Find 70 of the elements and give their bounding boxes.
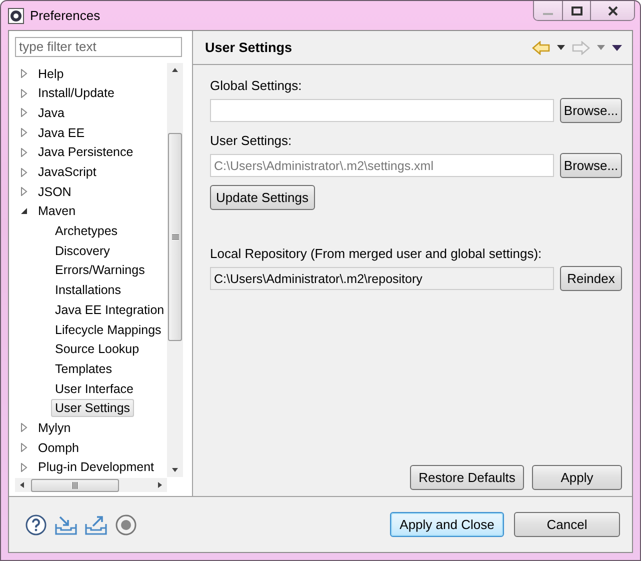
close-button[interactable] (590, 1, 634, 20)
grip-icon (172, 234, 178, 240)
close-icon (606, 6, 618, 16)
field-label: Global Settings: (210, 78, 302, 93)
apply-button[interactable]: Apply (532, 465, 622, 490)
browse-button[interactable]: Browse... (560, 153, 622, 178)
collapsed-arrow-icon[interactable] (20, 69, 28, 78)
tree-item[interactable]: Templates (51, 360, 116, 378)
maximize-button[interactable] (562, 1, 590, 20)
tree-item[interactable]: Discovery (51, 242, 114, 260)
expanded-arrow-icon[interactable] (20, 206, 28, 216)
collapsed-arrow-icon[interactable] (20, 148, 28, 157)
tree-item[interactable]: Archetypes (51, 222, 122, 240)
collapsed-arrow-icon[interactable] (20, 423, 28, 432)
reindex-button[interactable]: Reindex (560, 266, 622, 291)
tree-item[interactable]: Lifecycle Mappings (51, 320, 166, 339)
back-arrow-icon[interactable] (532, 40, 550, 54)
cancel-button[interactable]: Cancel (514, 512, 620, 537)
tree-item[interactable]: Installations (51, 281, 126, 300)
collapsed-arrow-icon[interactable] (20, 462, 28, 472)
collapsed-arrow-icon[interactable] (20, 187, 28, 196)
tree-item[interactable]: Help (34, 64, 68, 83)
scroll-left-icon[interactable] (19, 481, 25, 490)
field-label: User Settings: (210, 133, 292, 148)
window-title: Preferences (30, 8, 100, 23)
tree-item[interactable]: Source Lookup (51, 340, 144, 358)
tree-item[interactable]: Maven (34, 202, 80, 220)
tree-item[interactable]: Errors/Warnings (51, 261, 149, 280)
tree-item[interactable]: Install/Update (34, 84, 118, 102)
tree-item[interactable]: Java Persistence (34, 143, 138, 162)
collapsed-arrow-icon[interactable] (20, 443, 28, 452)
filter-field[interactable]: type filter text (15, 37, 182, 57)
user-settings-field[interactable]: C:\Users\Administrator\.m2\settings.xml (210, 154, 554, 177)
vertical-scrollbar[interactable] (167, 62, 183, 478)
minimize-icon (543, 13, 553, 15)
scroll-right-icon[interactable] (157, 481, 163, 490)
tree-item[interactable]: Mylyn (34, 418, 75, 437)
view-menu-icon[interactable] (612, 44, 622, 50)
apply-and-close-button[interactable]: Apply and Close (390, 512, 504, 537)
tree-item[interactable]: User Settings (51, 399, 134, 418)
collapsed-arrow-icon[interactable] (20, 128, 28, 138)
tree-item[interactable]: Plug-in Development (34, 458, 158, 476)
scroll-up-icon[interactable] (171, 66, 179, 73)
tree-item[interactable]: Java (34, 104, 68, 122)
collapsed-arrow-icon[interactable] (20, 88, 28, 98)
grip-icon (72, 482, 78, 489)
tree-item[interactable]: User Interface (51, 380, 138, 398)
local-repository-field[interactable]: C:\Users\Administrator\.m2\repository (210, 267, 554, 290)
tree-item[interactable]: JavaScript (34, 163, 100, 182)
update-settings-button[interactable]: Update Settings (210, 185, 315, 210)
restore-defaults-button[interactable]: Restore Defaults (410, 465, 524, 490)
tree-item[interactable]: Java EE Integration (51, 300, 167, 319)
gear-icon (8, 8, 24, 24)
import-icon[interactable] (55, 514, 77, 534)
help-icon[interactable] (25, 514, 47, 536)
tree-item[interactable]: Oomph (34, 438, 83, 457)
scroll-down-icon[interactable] (171, 467, 179, 474)
global-settings-field[interactable] (210, 99, 554, 122)
horizontal-scrollbar[interactable] (15, 478, 167, 492)
collapsed-arrow-icon[interactable] (20, 108, 28, 118)
dropdown-caret-icon[interactable] (557, 45, 565, 50)
browse-button[interactable]: Browse... (560, 98, 622, 123)
tree-item[interactable]: JSON (34, 182, 76, 201)
page-title: User Settings (205, 40, 292, 55)
record-icon[interactable] (115, 514, 137, 536)
field-label: Local Repository (From merged user and global settings): (210, 246, 542, 261)
maximize-icon (570, 6, 582, 16)
export-icon[interactable] (85, 514, 107, 534)
collapsed-arrow-icon[interactable] (20, 168, 28, 177)
tree-item[interactable]: Java EE (34, 124, 89, 142)
